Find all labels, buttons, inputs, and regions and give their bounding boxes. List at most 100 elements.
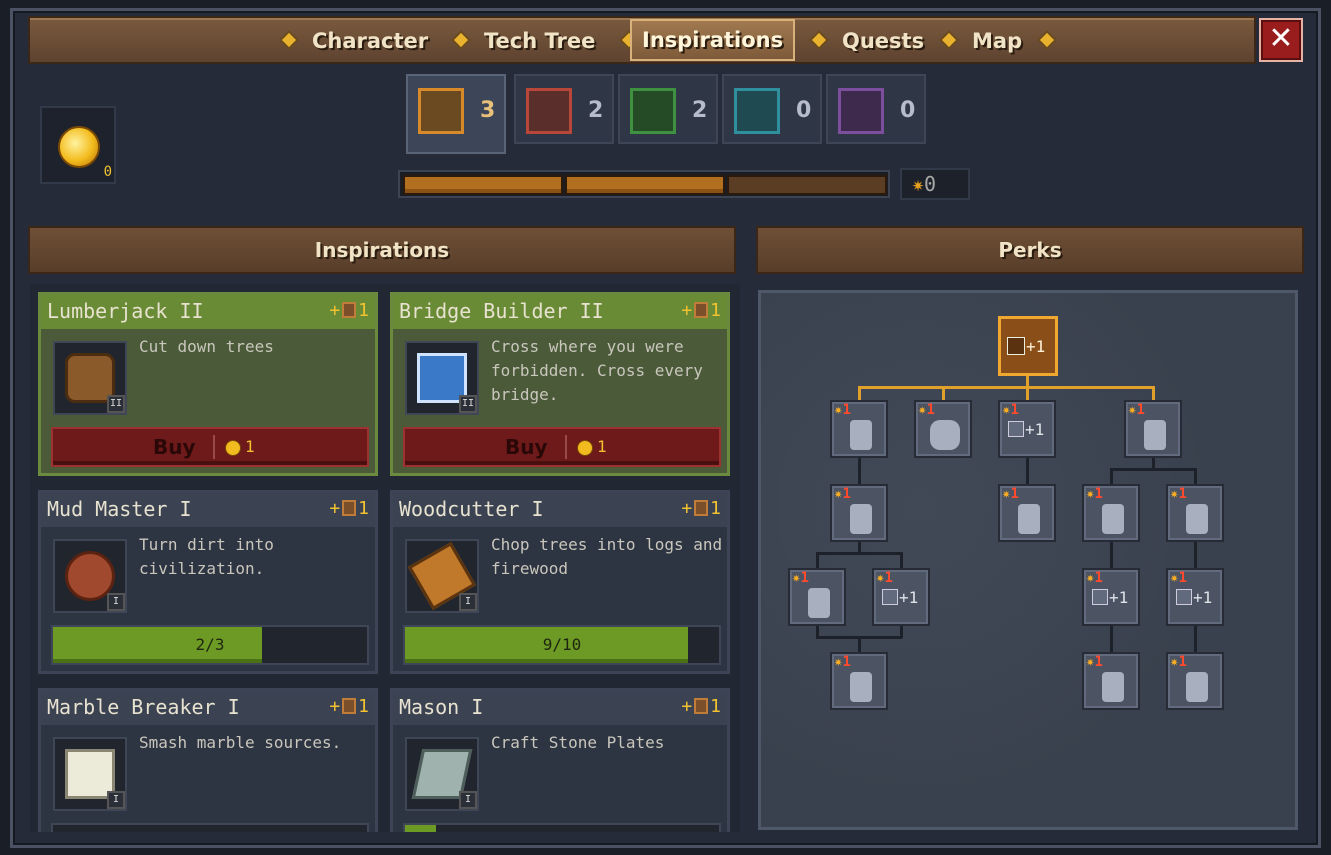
perk-node[interactable]: ✷1 — [1166, 652, 1224, 710]
buy-divider — [565, 435, 567, 459]
perk-connector — [858, 458, 861, 486]
card-description: Cut down trees — [139, 337, 274, 356]
firewood-icon: I — [405, 539, 479, 613]
star-icon: ✷ — [912, 172, 925, 196]
inspiration-card-bridge-builder: Bridge Builder II +1 II Cross where you … — [390, 292, 730, 476]
tab-tech-tree[interactable]: Tech Tree — [474, 23, 605, 59]
star-icon: ✷ — [876, 570, 885, 586]
currency-amount: 0 — [103, 164, 112, 180]
bridge-blueprint-icon: II — [405, 341, 479, 415]
coin-icon — [577, 440, 593, 456]
perk-node[interactable]: ✷1 — [1166, 484, 1224, 542]
perk-node[interactable]: ✷1 — [998, 484, 1056, 542]
tab-character[interactable]: Character — [302, 23, 438, 59]
progress-segment — [565, 175, 725, 195]
star-icon: ✷ — [1086, 570, 1095, 586]
worker-icon — [1144, 420, 1166, 450]
close-button[interactable]: ✕ — [1259, 18, 1303, 62]
building-point-icon — [694, 500, 709, 516]
inspirations-list[interactable]: Lumberjack II +1 II Cut down trees Buy 1… — [30, 284, 740, 832]
perk-node[interactable]: ✷1 — [914, 400, 972, 458]
perks-header: Perks — [756, 226, 1304, 274]
perk-node[interactable]: ✷1 — [830, 484, 888, 542]
inspiration-progress-bar: 9/10 — [403, 625, 721, 665]
hammer-mini-icon — [1008, 421, 1024, 437]
star-icon: ✷ — [792, 570, 801, 586]
hammer-mini-icon — [882, 589, 898, 605]
worker-icon — [1186, 504, 1208, 534]
perk-cost: ✷1 — [1002, 486, 1019, 502]
buy-price: 1 — [245, 437, 255, 456]
perk-cost: ✷1 — [1002, 402, 1019, 418]
category-count: 2 — [692, 98, 708, 123]
hammer-mini-icon — [1007, 337, 1025, 355]
level-badge: I — [459, 791, 477, 809]
perk-node[interactable]: ✷1 — [830, 652, 888, 710]
inspiration-progress-bar: 2/3 — [51, 625, 369, 665]
buy-button[interactable]: Buy 1 — [51, 427, 369, 467]
perk-cost: ✷1 — [1086, 570, 1103, 586]
progress-text: 9/10 — [542, 635, 582, 654]
tab-map[interactable]: Map — [962, 23, 1032, 59]
perk-cost: ✷1 — [918, 402, 935, 418]
star-icon: ✷ — [1170, 654, 1179, 670]
buy-price: 1 — [597, 437, 607, 456]
perk-connector — [858, 386, 1154, 389]
perk-connector — [1026, 458, 1029, 486]
log-stack-icon — [930, 420, 960, 450]
inspiration-progress-bar — [403, 823, 721, 832]
inspiration-card-mason: Mason I +1 I Craft Stone Plates — [390, 688, 730, 832]
buy-button[interactable]: Buy 1 — [403, 427, 721, 467]
perk-node[interactable]: ✷1 — [830, 400, 888, 458]
category-tab-wheat[interactable]: 2 — [618, 74, 718, 144]
star-icon: ✷ — [834, 402, 843, 418]
perk-node[interactable]: ✷1 +1 — [872, 568, 930, 626]
wheat-icon — [630, 88, 676, 134]
star-icon: ✷ — [834, 486, 843, 502]
card-bonus: +1 — [329, 696, 369, 717]
perk-root-node[interactable]: +1 — [998, 316, 1058, 376]
level-badge: I — [459, 593, 477, 611]
perk-cost: ✷1 — [876, 570, 893, 586]
card-bonus: +1 — [329, 498, 369, 519]
divider-diamond-icon — [1039, 32, 1055, 48]
perk-cost: ✷1 — [1086, 486, 1103, 502]
inspirations-header: Inspirations — [28, 226, 736, 274]
perk-node[interactable]: ✷1 +1 — [1166, 568, 1224, 626]
category-tab-skull[interactable]: 0 — [826, 74, 926, 144]
card-bonus: +1 — [681, 696, 721, 717]
perk-cost: ✷1 — [792, 570, 809, 586]
perk-connector — [816, 552, 902, 555]
perk-bonus: +1 — [882, 588, 918, 607]
hammer-mini-icon — [1176, 589, 1192, 605]
card-description: Chop trees into logs and firewood — [491, 535, 723, 578]
star-icon: ✷ — [1170, 486, 1179, 502]
building-point-icon — [342, 302, 357, 318]
level-badge: II — [459, 395, 477, 413]
card-bonus: +1 — [681, 300, 721, 321]
gear-icon — [526, 88, 572, 134]
top-nav-bar: Character Tech Tree Inspirations Quests … — [28, 16, 1256, 64]
inspiration-progress-bar — [51, 823, 369, 832]
tab-quests[interactable]: Quests — [832, 23, 934, 59]
perk-node[interactable]: ✷1 — [1082, 484, 1140, 542]
perk-cost: ✷1 — [1170, 654, 1187, 670]
card-title: Mason I — [399, 695, 484, 719]
tab-inspirations[interactable]: Inspirations — [630, 19, 796, 61]
perk-node[interactable]: ✷1 +1 — [998, 400, 1056, 458]
perk-node[interactable]: ✷1 — [1082, 652, 1140, 710]
category-tab-gear[interactable]: 2 — [514, 74, 614, 144]
gold-swirl-coin-icon — [58, 126, 100, 168]
category-tab-hammer[interactable]: 3 — [406, 74, 506, 154]
book-icon — [734, 88, 780, 134]
perk-node[interactable]: ✷1 — [788, 568, 846, 626]
perk-bonus: +1 — [1008, 420, 1044, 439]
perk-node[interactable]: ✷1 +1 — [1082, 568, 1140, 626]
level-badge: II — [107, 395, 125, 413]
building-point-icon — [342, 500, 357, 516]
star-icon: ✷ — [1128, 402, 1137, 418]
perk-node[interactable]: ✷1 — [1124, 400, 1182, 458]
category-tab-book[interactable]: 0 — [722, 74, 822, 144]
perk-cost: ✷1 — [834, 486, 851, 502]
perk-connector — [1194, 626, 1197, 654]
